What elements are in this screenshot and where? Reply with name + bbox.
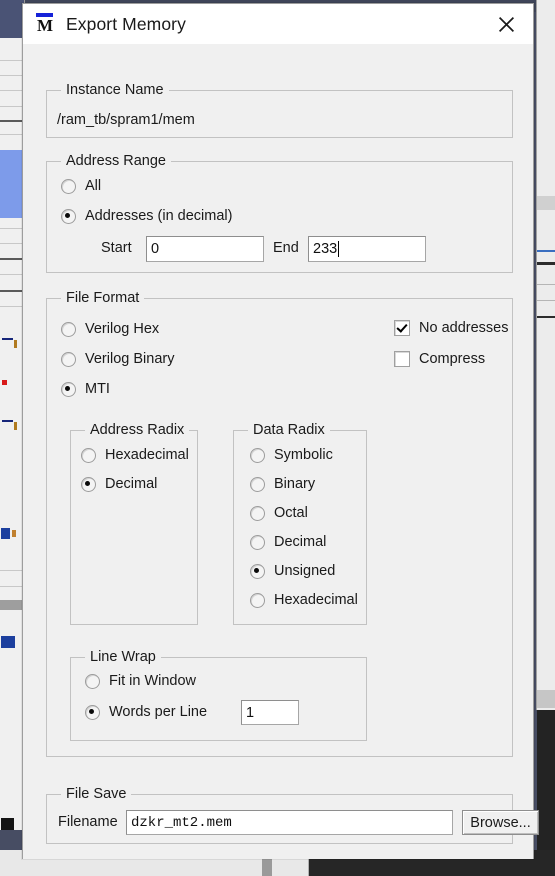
radio-label: Symbolic [274,447,333,463]
checkbox-label: No addresses [419,320,509,336]
background-window-titlebar [0,0,24,38]
checkbox-no-addresses[interactable]: No addresses [394,320,508,336]
export-memory-dialog: M Export Memory Instance Name /ram_tb/sp… [22,3,539,859]
radio-line-wrap-words-per-line[interactable]: Words per Line [85,704,207,720]
radio-mark [250,534,265,550]
radio-label: All [85,178,102,194]
radio-mark [85,704,100,720]
radio-label: Unsigned [274,563,336,579]
radio-address-range-all[interactable]: All [61,178,101,194]
checkbox-label: Compress [419,351,486,367]
end-input-value: 233 [313,241,338,257]
end-input[interactable]: 233 [308,236,426,262]
dialog-body: Instance Name /ram_tb/spram1/mem Address… [23,44,539,859]
radio-address-radix-decimal[interactable]: Decimal [81,476,157,492]
radio-mark [250,563,265,579]
radio-mark [61,208,76,224]
checkbox-compress[interactable]: Compress [394,351,485,367]
modelsim-m-letter: M [36,16,54,35]
radio-data-radix-unsigned[interactable]: Unsigned [250,563,335,579]
instance-name-value: /ram_tb/spram1/mem [57,112,195,128]
filename-input[interactable]: dzkr_mt2.mem [126,810,453,835]
filename-value: dzkr_mt2.mem [131,814,232,831]
radio-label: Binary [274,476,316,492]
radio-label: Words per Line [109,704,208,720]
file-save-legend: File Save [61,786,132,802]
radio-data-radix-binary[interactable]: Binary [250,476,315,492]
radio-label: Hexadecimal [274,592,358,608]
instance-name-group: Instance Name /ram_tb/spram1/mem [46,82,513,138]
radio-label: Verilog Hex [85,321,160,337]
radio-data-radix-decimal[interactable]: Decimal [250,534,326,550]
data-radix-group: Data Radix Symbolic Binary Octal Decimal… [233,422,367,625]
browse-button[interactable]: Browse... [462,810,539,835]
radio-data-radix-octal[interactable]: Octal [250,505,308,521]
radio-address-radix-hexadecimal[interactable]: Hexadecimal [81,447,189,463]
radio-mark [61,321,76,337]
radio-label: Octal [274,505,308,521]
dialog-titlebar: M Export Memory [23,4,533,44]
start-input[interactable]: 0 [146,236,264,262]
background-selected-row [0,150,24,218]
background-right-panel [536,0,555,710]
radio-label: Decimal [274,534,327,550]
close-icon[interactable] [489,9,523,39]
radio-mark [250,592,265,608]
radio-mark [61,351,76,367]
line-wrap-group: Line Wrap Fit in Window Words per Line 1 [70,649,367,741]
radio-mark [61,178,76,194]
file-format-legend: File Format [61,290,145,306]
address-radix-legend: Address Radix [85,422,190,438]
radio-label: Addresses (in decimal) [85,208,233,224]
radio-mark [250,447,265,463]
radio-mark [61,381,76,397]
radio-format-mti[interactable]: MTI [61,381,110,397]
radio-mark [85,673,100,689]
file-save-group: File Save Filename dzkr_mt2.mem Browse..… [46,786,539,844]
radio-mark [81,447,96,463]
words-per-line-value: 1 [246,704,255,721]
dialog-title: Export Memory [66,13,186,34]
checkbox-mark [394,320,410,336]
radio-format-verilog-binary[interactable]: Verilog Binary [61,351,174,367]
start-input-value: 0 [151,241,160,257]
radio-label: Hexadecimal [105,447,189,463]
address-range-legend: Address Range [61,153,171,169]
instance-name-legend: Instance Name [61,82,169,98]
radio-label: Verilog Binary [85,351,175,367]
words-per-line-input[interactable]: 1 [241,700,299,725]
end-label: End [273,240,299,256]
address-range-group: Address Range All Addresses (in decimal)… [46,153,513,273]
screen: M Export Memory Instance Name /ram_tb/sp… [0,0,555,876]
data-radix-legend: Data Radix [248,422,330,438]
radio-format-verilog-hex[interactable]: Verilog Hex [61,321,159,337]
filename-label: Filename [58,814,118,830]
radio-data-radix-hexadecimal[interactable]: Hexadecimal [250,592,358,608]
radio-mark [250,505,265,521]
radio-address-range-addresses[interactable]: Addresses (in decimal) [61,208,232,224]
start-label: Start [101,240,132,256]
text-caret [338,241,340,257]
radio-data-radix-symbolic[interactable]: Symbolic [250,447,333,463]
radio-line-wrap-fit-in-window[interactable]: Fit in Window [85,673,196,689]
radio-label: Decimal [105,476,158,492]
checkbox-mark [394,351,410,367]
line-wrap-legend: Line Wrap [85,649,161,665]
radio-label: MTI [85,381,110,397]
file-format-group: File Format Verilog Hex Verilog Binary M… [46,290,513,757]
address-radix-group: Address Radix Hexadecimal Decimal [70,422,198,625]
modelsim-m-icon: M [34,12,56,36]
radio-mark [250,476,265,492]
radio-label: Fit in Window [109,673,197,689]
radio-mark [81,476,96,492]
